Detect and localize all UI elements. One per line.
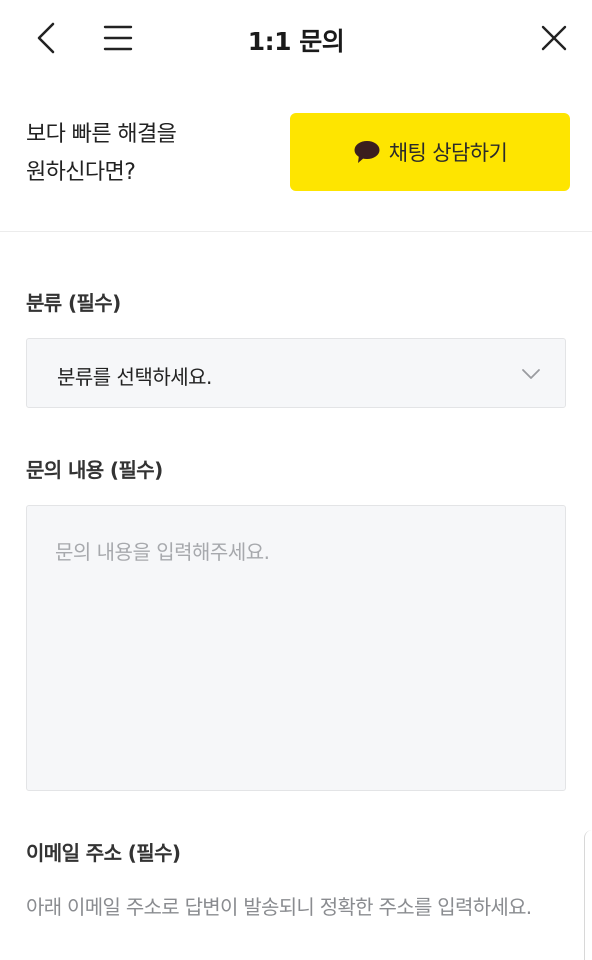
- category-selected-value: 분류를 선택하세요.: [57, 365, 212, 389]
- floating-panel-edge: [584, 830, 592, 960]
- chevron-left-icon: [37, 22, 55, 54]
- section-divider: [0, 231, 592, 232]
- top-header: 1:1 문의: [0, 0, 592, 76]
- page-title: 1:1 문의: [247, 27, 345, 56]
- chat-consult-button[interactable]: 채팅 상담하기: [290, 113, 570, 191]
- content-label: 문의 내용 (필수): [26, 458, 163, 482]
- email-label: 이메일 주소 (필수): [26, 841, 181, 865]
- promo-line-2: 원하신다면?: [26, 160, 136, 185]
- close-button[interactable]: [532, 16, 576, 60]
- chat-promo-text: 보다 빠른 해결을 원하신다면?: [26, 116, 276, 192]
- email-helper-text: 아래 이메일 주소로 답변이 발송되니 정확한 주소를 입력하세요.: [26, 895, 532, 919]
- speech-bubble-icon: [354, 141, 380, 163]
- close-icon: [541, 25, 567, 51]
- content-textarea[interactable]: [26, 505, 566, 791]
- hamburger-menu-icon: [103, 25, 133, 51]
- back-button[interactable]: [28, 18, 64, 58]
- category-label: 분류 (필수): [26, 291, 121, 315]
- inquiry-page: 1:1 문의 보다 빠른 해결을 원하신다면? 채팅 상담하기 분류 (필수) …: [0, 0, 592, 960]
- promo-line-1: 보다 빠른 해결을: [26, 122, 177, 147]
- category-select[interactable]: 분류를 선택하세요.: [26, 338, 566, 408]
- chevron-down-icon: [522, 369, 540, 379]
- menu-button[interactable]: [98, 18, 138, 58]
- chat-consult-label: 채팅 상담하기: [388, 141, 508, 165]
